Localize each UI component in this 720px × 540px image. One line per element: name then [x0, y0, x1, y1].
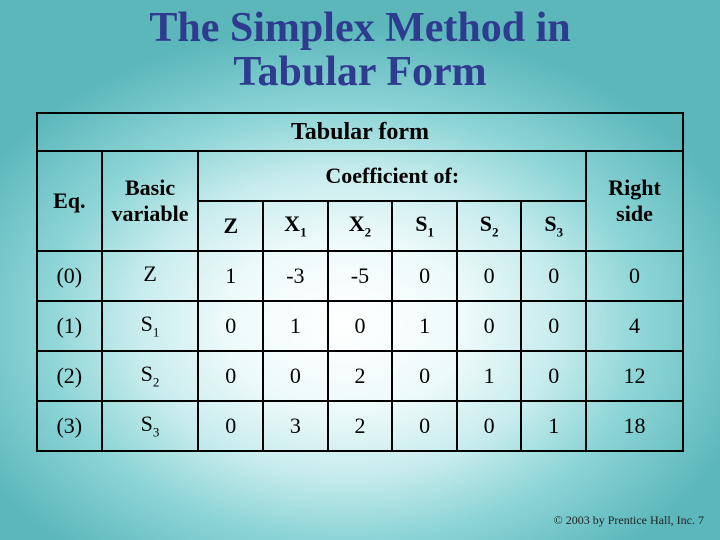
cell-x2: -5 [328, 251, 393, 301]
cell-bv: Z [102, 251, 199, 301]
table-row: (1) S1 0 1 0 1 0 0 4 [37, 301, 683, 351]
cell-z: 0 [198, 301, 263, 351]
cell-rhs: 18 [586, 401, 683, 451]
cell-bv-base: S [141, 311, 153, 336]
cell-s2: 1 [457, 351, 522, 401]
header-col-x2-base: X [349, 211, 365, 236]
cell-s3: 1 [521, 401, 586, 451]
cell-x1: 3 [263, 401, 328, 451]
header-col-x1-base: X [284, 211, 300, 236]
cell-s1: 0 [392, 351, 457, 401]
table-caption: Tabular form [37, 113, 683, 151]
simplex-table: Tabular form Eq. Basic variable Coeffici… [36, 112, 684, 452]
simplex-table-container: Tabular form Eq. Basic variable Coeffici… [36, 112, 684, 452]
cell-x1: 0 [263, 351, 328, 401]
header-col-x1: X1 [263, 201, 328, 251]
cell-bv: S2 [102, 351, 199, 401]
header-col-s3-base: S [544, 211, 556, 236]
cell-bv: S3 [102, 401, 199, 451]
slide-title: The Simplex Method in Tabular Form [0, 0, 720, 94]
header-col-x2-sub: 2 [365, 225, 372, 240]
header-coefficient-of: Coefficient of: [198, 151, 586, 201]
cell-bv: S1 [102, 301, 199, 351]
header-col-z: Z [198, 201, 263, 251]
cell-s1: 0 [392, 401, 457, 451]
cell-eq: (1) [37, 301, 102, 351]
cell-bv-base: S [141, 411, 153, 436]
cell-eq: (0) [37, 251, 102, 301]
header-col-s1: S1 [392, 201, 457, 251]
cell-x2: 2 [328, 351, 393, 401]
cell-x1: -3 [263, 251, 328, 301]
header-col-x2: X2 [328, 201, 393, 251]
cell-bv-sub: 3 [153, 425, 160, 440]
table-caption-row: Tabular form [37, 113, 683, 151]
cell-s3: 0 [521, 301, 586, 351]
header-col-s1-base: S [415, 211, 427, 236]
cell-x2: 2 [328, 401, 393, 451]
table-row: (3) S3 0 3 2 0 0 1 18 [37, 401, 683, 451]
cell-bv-base: Z [143, 261, 156, 286]
header-col-s1-sub: 1 [427, 225, 434, 240]
header-col-s3: S3 [521, 201, 586, 251]
cell-z: 0 [198, 401, 263, 451]
cell-s1: 1 [392, 301, 457, 351]
title-line-1: The Simplex Method in [149, 5, 570, 51]
header-basic-variable: Basic variable [102, 151, 199, 251]
table-header-row-1: Eq. Basic variable Coefficient of: Right… [37, 151, 683, 201]
cell-z: 1 [198, 251, 263, 301]
cell-eq: (2) [37, 351, 102, 401]
cell-eq: (3) [37, 401, 102, 451]
cell-bv-sub: 1 [153, 325, 160, 340]
cell-s2: 0 [457, 251, 522, 301]
header-eq: Eq. [37, 151, 102, 251]
header-right-side: Right side [586, 151, 683, 251]
cell-x1: 1 [263, 301, 328, 351]
cell-s2: 0 [457, 301, 522, 351]
title-line-2: Tabular Form [233, 49, 486, 95]
cell-s3: 0 [521, 351, 586, 401]
header-col-x1-sub: 1 [300, 225, 307, 240]
table-row: (2) S2 0 0 2 0 1 0 12 [37, 351, 683, 401]
header-col-s2: S2 [457, 201, 522, 251]
cell-rhs: 0 [586, 251, 683, 301]
cell-s2: 0 [457, 401, 522, 451]
header-col-s2-sub: 2 [492, 225, 499, 240]
header-col-s3-sub: 3 [557, 225, 564, 240]
cell-z: 0 [198, 351, 263, 401]
cell-bv-sub: 2 [153, 375, 160, 390]
cell-s3: 0 [521, 251, 586, 301]
cell-x2: 0 [328, 301, 393, 351]
table-row: (0) Z 1 -3 -5 0 0 0 0 [37, 251, 683, 301]
cell-bv-base: S [141, 361, 153, 386]
slide-footer: © 2003 by Prentice Hall, Inc. 7 [554, 513, 704, 528]
cell-s1: 0 [392, 251, 457, 301]
cell-rhs: 12 [586, 351, 683, 401]
cell-rhs: 4 [586, 301, 683, 351]
header-col-s2-base: S [480, 211, 492, 236]
